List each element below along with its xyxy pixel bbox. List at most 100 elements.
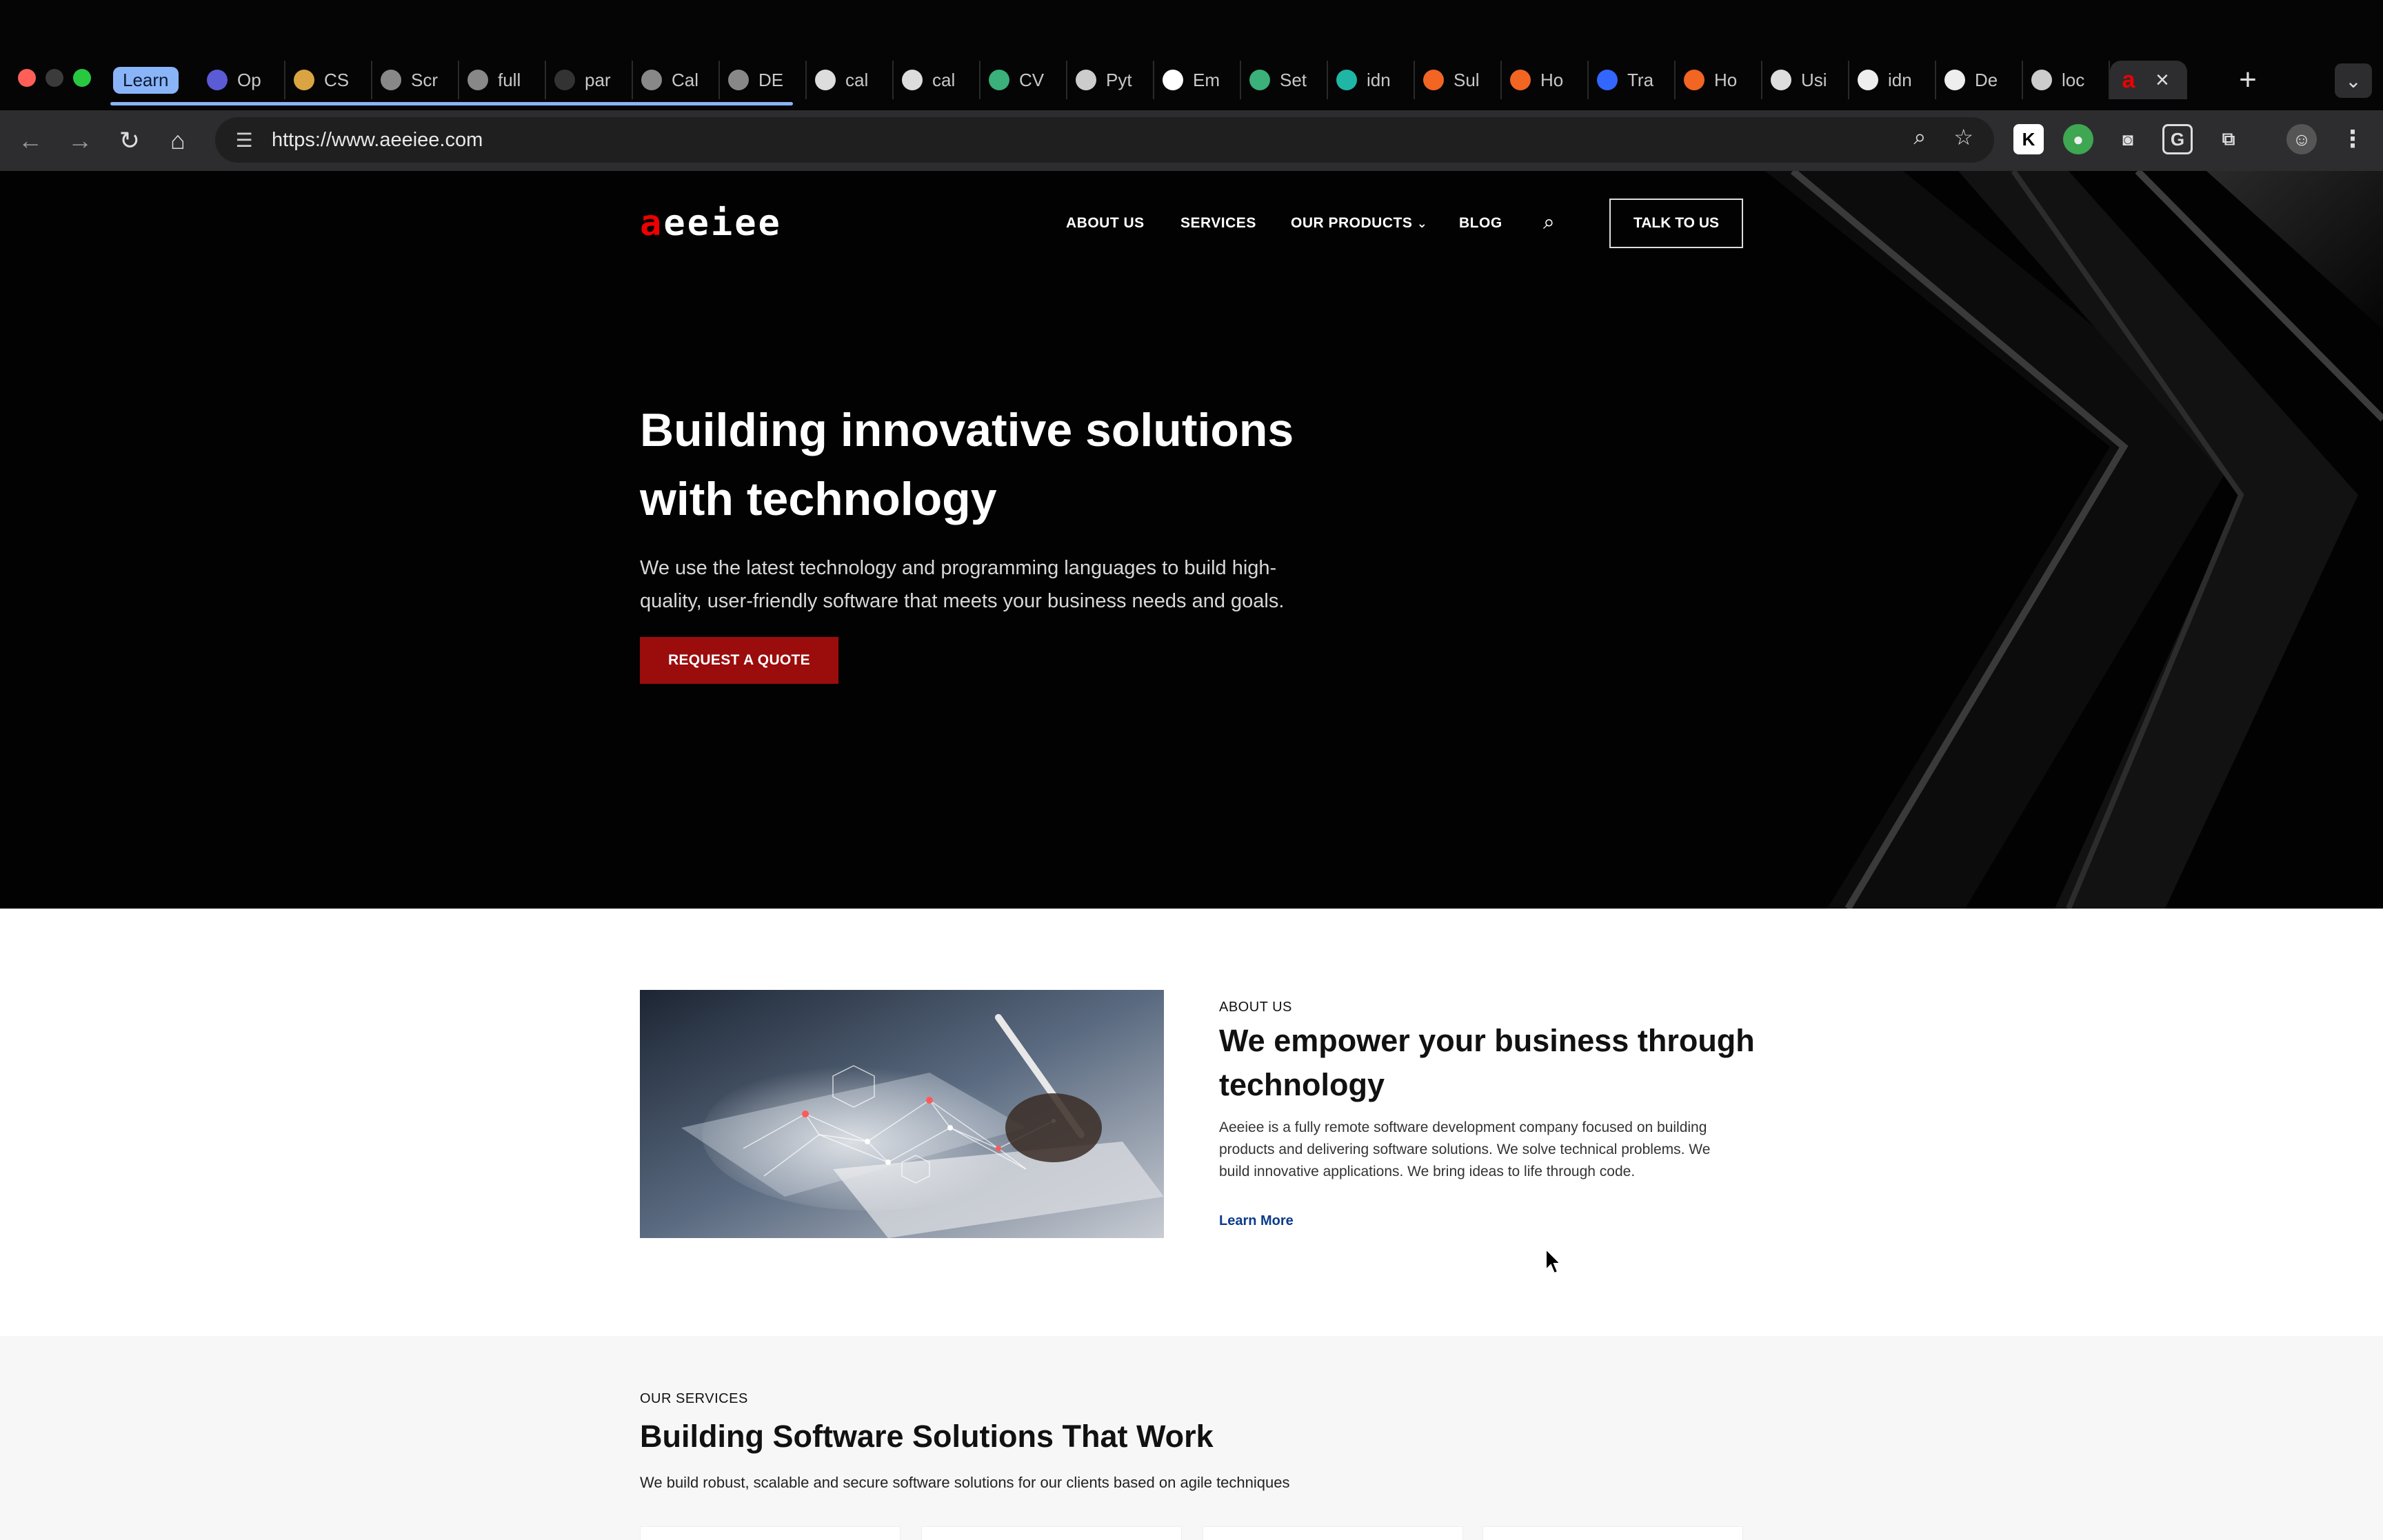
tab-label: Ho xyxy=(1714,69,1738,90)
hand-icon xyxy=(294,70,314,90)
talk-to-us-button[interactable]: TALK TO US xyxy=(1609,199,1743,248)
globe-icon xyxy=(381,70,401,90)
r-icon xyxy=(1163,70,1183,90)
browser-tab[interactable]: Sul xyxy=(1415,61,1502,99)
services-subtitle: We build robust, scalable and secure sof… xyxy=(640,1474,1290,1491)
browser-tab[interactable]: Scr xyxy=(372,61,459,99)
service-card[interactable] xyxy=(921,1526,1182,1540)
aeeiee-logo[interactable]: aeeiee xyxy=(640,203,782,244)
nav-products-link[interactable]: OUR PRODUCTS ⌄ xyxy=(1291,215,1427,232)
extension-k-icon[interactable]: K xyxy=(2013,124,2044,154)
browser-tab[interactable]: Ho xyxy=(1502,61,1589,99)
back-button[interactable]: ← xyxy=(12,123,48,159)
github-icon xyxy=(554,70,575,90)
tab-label: idn xyxy=(1888,69,1912,90)
site-icon xyxy=(1771,70,1791,90)
tab-label: idn xyxy=(1367,69,1391,90)
tab-group-learn[interactable]: Learn xyxy=(110,61,199,99)
extensions-puzzle-icon[interactable]: ⧉ xyxy=(2213,124,2244,154)
browser-tab[interactable]: Pyt xyxy=(1067,61,1154,99)
browser-tab[interactable]: Set xyxy=(1241,61,1328,99)
window-minimize-button[interactable] xyxy=(46,69,63,87)
about-title: We empower your business through technol… xyxy=(1219,1023,1755,1102)
browser-tab[interactable]: Cal xyxy=(633,61,720,99)
mail-icon xyxy=(1597,70,1618,90)
hero-background-chevrons xyxy=(1765,171,2383,909)
hero-subtitle: We use the latest technology and program… xyxy=(640,557,1285,612)
browser-tab[interactable]: idn xyxy=(1849,61,1936,99)
tab-label: loc xyxy=(2062,69,2085,90)
learn-more-link[interactable]: Learn More xyxy=(1219,1213,1294,1229)
bookmark-star-icon[interactable]: ☆ xyxy=(1953,124,1973,150)
tab-label: Set xyxy=(1280,69,1307,90)
nav-services-link[interactable]: SERVICES xyxy=(1180,215,1256,232)
browser-tab[interactable]: full xyxy=(459,61,546,99)
service-card[interactable] xyxy=(1203,1526,1463,1540)
zoom-icon[interactable]: ⌕ xyxy=(1913,124,1926,150)
browser-tab[interactable]: loc xyxy=(2023,61,2110,99)
github-icon xyxy=(1858,70,1878,90)
service-card[interactable] xyxy=(640,1526,901,1540)
site-icon xyxy=(902,70,923,90)
browser-tab[interactable]: Op xyxy=(199,61,285,99)
globe-icon xyxy=(467,70,488,90)
browser-tab[interactable]: CS xyxy=(285,61,372,99)
wave-icon xyxy=(1510,70,1531,90)
browser-tab[interactable]: cal xyxy=(807,61,894,99)
mouse-cursor-icon xyxy=(1545,1248,1562,1275)
window-zoom-button[interactable] xyxy=(73,69,91,87)
request-quote-button[interactable]: REQUEST A QUOTE xyxy=(640,637,838,684)
home-button[interactable]: ⌂ xyxy=(160,123,196,159)
tab-label: Ho xyxy=(1540,69,1564,90)
tab-label: Usi xyxy=(1801,69,1827,90)
browser-menu-icon[interactable]: ⋮ xyxy=(2337,124,2368,154)
window-close-button[interactable] xyxy=(18,69,36,87)
github-icon xyxy=(1944,70,1965,90)
reload-button[interactable]: ↻ xyxy=(112,123,148,159)
site-info-icon[interactable]: ☰ xyxy=(229,125,259,155)
browser-tab[interactable]: Tra xyxy=(1589,61,1676,99)
tab-label: Em xyxy=(1193,69,1220,90)
browser-tab[interactable]: Em xyxy=(1154,61,1241,99)
service-card[interactable] xyxy=(1482,1526,1743,1540)
tab-label: cal xyxy=(932,69,956,90)
tab-label: Cal xyxy=(672,69,699,90)
tab-search-button[interactable]: ⌄ xyxy=(2335,63,2372,98)
tab-group-label: Learn xyxy=(113,66,179,94)
tab-active[interactable]: a × xyxy=(2110,61,2187,99)
about-image xyxy=(640,990,1164,1238)
browser-tab[interactable]: De xyxy=(1936,61,2023,99)
globe-icon xyxy=(641,70,662,90)
nav-about-link[interactable]: ABOUT US xyxy=(1066,215,1145,232)
url-text[interactable]: https://www.aeeiee.com xyxy=(272,129,483,152)
wave-icon xyxy=(1684,70,1705,90)
browser-tab[interactable]: DE xyxy=(720,61,807,99)
address-bar[interactable]: ☰ https://www.aeeiee.com ⌕ ☆ xyxy=(215,117,1994,163)
tab-label: par xyxy=(585,69,611,90)
browser-tab[interactable]: Usi xyxy=(1762,61,1849,99)
tab-label: Pyt xyxy=(1106,69,1132,90)
tab-label: Scr xyxy=(411,69,438,90)
tab-label: Op xyxy=(237,69,261,90)
globe-icon xyxy=(728,70,749,90)
browser-tab[interactable]: cal xyxy=(894,61,981,99)
browser-tab[interactable]: par xyxy=(546,61,633,99)
extension-camera-icon[interactable]: ◙ xyxy=(2113,124,2143,154)
forward-button[interactable]: → xyxy=(62,123,98,159)
browser-tab[interactable]: idn xyxy=(1328,61,1415,99)
new-tab-button[interactable]: + xyxy=(2229,61,2267,99)
profile-avatar[interactable]: ☺ xyxy=(2286,124,2317,154)
chevron-down-icon: ⌄ xyxy=(1416,216,1428,230)
search-icon[interactable]: ⌕ xyxy=(1543,211,1555,234)
about-eyebrow: ABOUT US xyxy=(1219,1000,1292,1015)
extension-grammar-icon[interactable]: G xyxy=(2162,124,2193,154)
close-tab-icon[interactable]: × xyxy=(2155,67,2169,94)
browser-tab[interactable]: CV xyxy=(981,61,1067,99)
services-eyebrow: OUR SERVICES xyxy=(640,1391,748,1406)
tab-group-underline xyxy=(110,102,793,105)
browser-tab[interactable]: Ho xyxy=(1676,61,1762,99)
hero-section: aeeiee ABOUT US SERVICES OUR PRODUCTS ⌄ … xyxy=(0,171,2383,909)
tab-label: cal xyxy=(845,69,869,90)
nav-blog-link[interactable]: BLOG xyxy=(1459,215,1502,232)
extension-robot-icon[interactable]: ● xyxy=(2063,124,2093,154)
